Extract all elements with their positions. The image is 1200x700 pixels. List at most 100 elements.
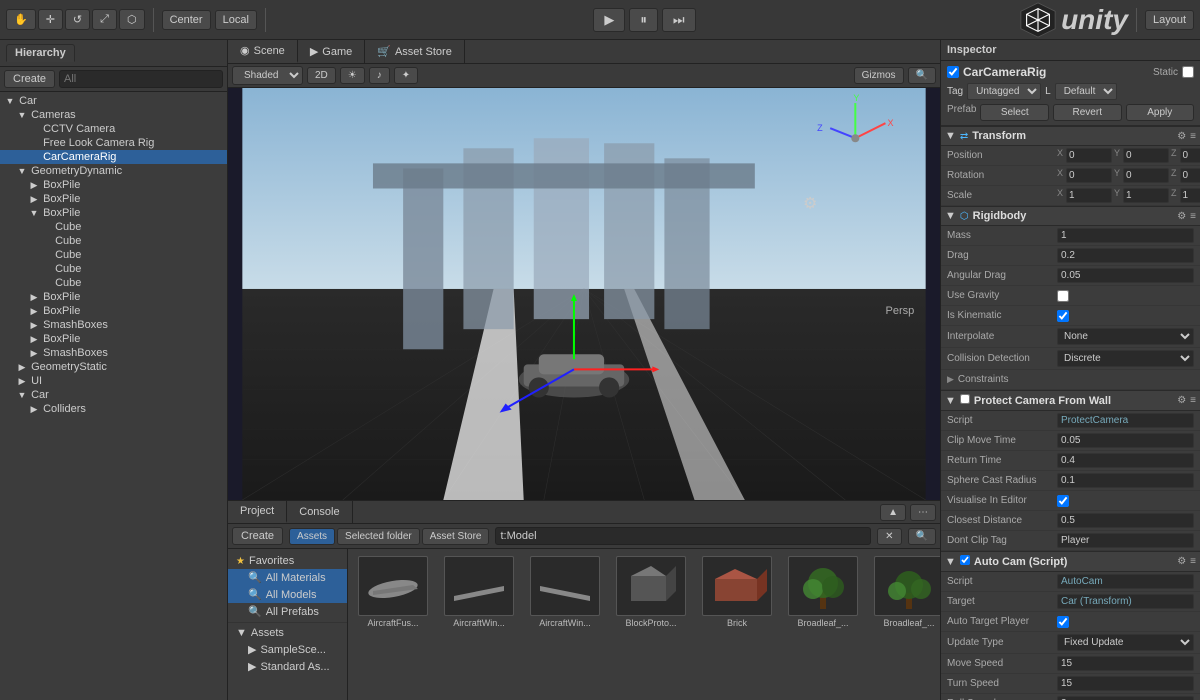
pause-button[interactable]: ⏸ [629,8,658,32]
samplescene-folder[interactable]: ▶ SampleSce... [228,641,347,658]
return-time-input[interactable] [1057,453,1194,468]
search-tab-selected[interactable]: Selected folder [337,528,420,545]
auto-cam-settings[interactable]: ⚙ [1177,556,1186,567]
scale-tool[interactable]: ⤢ [92,9,117,30]
update-type-select[interactable]: Fixed Update [1057,634,1194,651]
turn-speed-input[interactable] [1057,676,1194,691]
lights-toggle[interactable]: ☀ [340,67,365,84]
clip-move-input[interactable] [1057,433,1194,448]
auto-cam-header[interactable]: ▼ Auto Cam (Script) ⚙ ≡ [941,551,1200,572]
rigidbody-header[interactable]: ▼ ⬡ Rigidbody ⚙ ≡ [941,206,1200,226]
fav-all-prefabs[interactable]: 🔍 All Prefabs [228,603,347,620]
angular-drag-input[interactable] [1057,268,1194,283]
interpolate-select[interactable]: None [1057,328,1194,345]
tree-item-smashboxes2[interactable]: ▶ SmashBoxes [0,346,227,360]
gizmos-toggle[interactable]: Gizmos [854,67,904,84]
tree-item-boxpile6[interactable]: ▶ BoxPile [0,332,227,346]
scene-view[interactable]: Persp X Y Z ⚙ [228,88,940,500]
tree-item-cameras[interactable]: ▼ Cameras [0,108,227,122]
audio-toggle[interactable]: ♪ [369,67,390,84]
apply-btn[interactable]: Apply [1126,104,1195,121]
object-active-checkbox[interactable] [947,66,959,78]
tree-item-freelook[interactable]: Free Look Camera Rig [0,136,227,150]
tree-item-boxpile5[interactable]: ▶ BoxPile [0,304,227,318]
drag-input[interactable] [1057,248,1194,263]
tree-item-car[interactable]: ▼ Car [0,94,227,108]
tree-item-boxpile3[interactable]: ▼ BoxPile [0,206,227,220]
search-go-btn[interactable]: 🔍 [908,528,936,545]
rigidbody-menu[interactable]: ≡ [1190,211,1196,222]
tree-item-cube1[interactable]: Cube [0,220,227,234]
effects-toggle[interactable]: ✦ [394,67,418,84]
asset-broadleaf1[interactable]: Broadleaf_... [782,553,864,631]
roll-speed-input[interactable] [1057,696,1194,700]
auto-cam-script-ref[interactable]: AutoCam [1057,574,1194,589]
layer-select[interactable]: Default [1055,83,1117,100]
search-tab-store[interactable]: Asset Store [422,528,490,545]
dont-clip-input[interactable] [1057,533,1194,548]
hierarchy-tab[interactable]: Hierarchy [6,44,75,62]
tree-item-geodyn[interactable]: ▼ GeometryDynamic [0,164,227,178]
tree-item-cube4[interactable]: Cube [0,262,227,276]
protect-menu[interactable]: ≡ [1190,395,1196,406]
scale-z-input[interactable] [1180,188,1200,203]
sphere-cast-input[interactable] [1057,473,1194,488]
scale-x-input[interactable] [1066,188,1112,203]
tab-project[interactable]: Project [228,501,287,523]
asset-block-proto[interactable]: BlockProto... [610,553,692,631]
fav-all-materials[interactable]: 🔍 All Materials [228,569,347,586]
hierarchy-search[interactable] [59,70,223,88]
transform-menu[interactable]: ≡ [1190,131,1196,142]
shading-select[interactable]: Shaded [232,66,303,85]
tab-console[interactable]: Console [287,501,352,523]
protect-camera-header[interactable]: ▼ Protect Camera From Wall ⚙ ≡ [941,390,1200,411]
hierarchy-create-btn[interactable]: Create [4,70,55,88]
rot-z-input[interactable] [1180,168,1200,183]
transform-header[interactable]: ▼ ⇄ Transform ⚙ ≡ [941,126,1200,146]
asset-aircraft-fus[interactable]: AircraftFus... [352,553,434,631]
rect-tool[interactable]: ⬡ [119,9,145,30]
constraints-row[interactable]: ▶ Constraints [941,370,1200,390]
tab-scene[interactable]: ◉ Scene [228,40,298,63]
search-clear-btn[interactable]: ✕ [877,528,901,545]
tag-select[interactable]: Untagged [967,83,1041,100]
move-tool[interactable]: ✛ [38,9,63,30]
local-toggle[interactable]: Local [215,10,257,30]
auto-cam-menu[interactable]: ≡ [1190,556,1196,567]
asset-aircraft-win2[interactable]: AircraftWin... [524,553,606,631]
is-kinematic-checkbox[interactable] [1057,310,1069,322]
rot-x-input[interactable] [1066,168,1112,183]
collision-select[interactable]: Discrete [1057,350,1194,367]
rigidbody-settings[interactable]: ⚙ [1177,211,1186,222]
layout-button[interactable]: Layout [1145,10,1194,30]
play-button[interactable]: ▶ [593,8,625,32]
mass-input[interactable] [1057,228,1194,243]
tree-item-boxpile2[interactable]: ▶ BoxPile [0,192,227,206]
pos-y-input[interactable] [1123,148,1169,163]
protect-settings[interactable]: ⚙ [1177,395,1186,406]
tree-item-colliders[interactable]: ▶ Colliders [0,402,227,416]
step-button[interactable]: ⏭ [662,8,696,32]
tree-item-smashboxes1[interactable]: ▶ SmashBoxes [0,318,227,332]
assets-folder[interactable]: ▼ Assets [228,625,347,641]
move-speed-input[interactable] [1057,656,1194,671]
search-tab-assets[interactable]: Assets [289,528,335,545]
rotate-tool[interactable]: ↺ [65,9,90,30]
select-btn[interactable]: Select [980,104,1049,121]
pos-x-input[interactable] [1066,148,1112,163]
visualise-checkbox[interactable] [1057,495,1069,507]
bottom-expand-btn[interactable]: ⋯ [910,504,936,521]
2d-toggle[interactable]: 2D [307,67,336,84]
tree-item-geostatic[interactable]: ▶ GeometryStatic [0,360,227,374]
revert-btn[interactable]: Revert [1053,104,1122,121]
project-search-input[interactable] [495,527,871,545]
tree-item-cctv[interactable]: CCTV Camera [0,122,227,136]
asset-aircraft-win1[interactable]: AircraftWin... [438,553,520,631]
tree-item-carcamera[interactable]: CarCameraRig [0,150,227,164]
project-create-btn[interactable]: Create [232,527,283,545]
target-ref[interactable]: Car (Transform) [1057,594,1194,609]
bottom-collapse-btn[interactable]: ▲ [880,504,906,521]
asset-brick[interactable]: Brick [696,553,778,631]
scale-y-input[interactable] [1123,188,1169,203]
tree-item-boxpile4[interactable]: ▶ BoxPile [0,290,227,304]
